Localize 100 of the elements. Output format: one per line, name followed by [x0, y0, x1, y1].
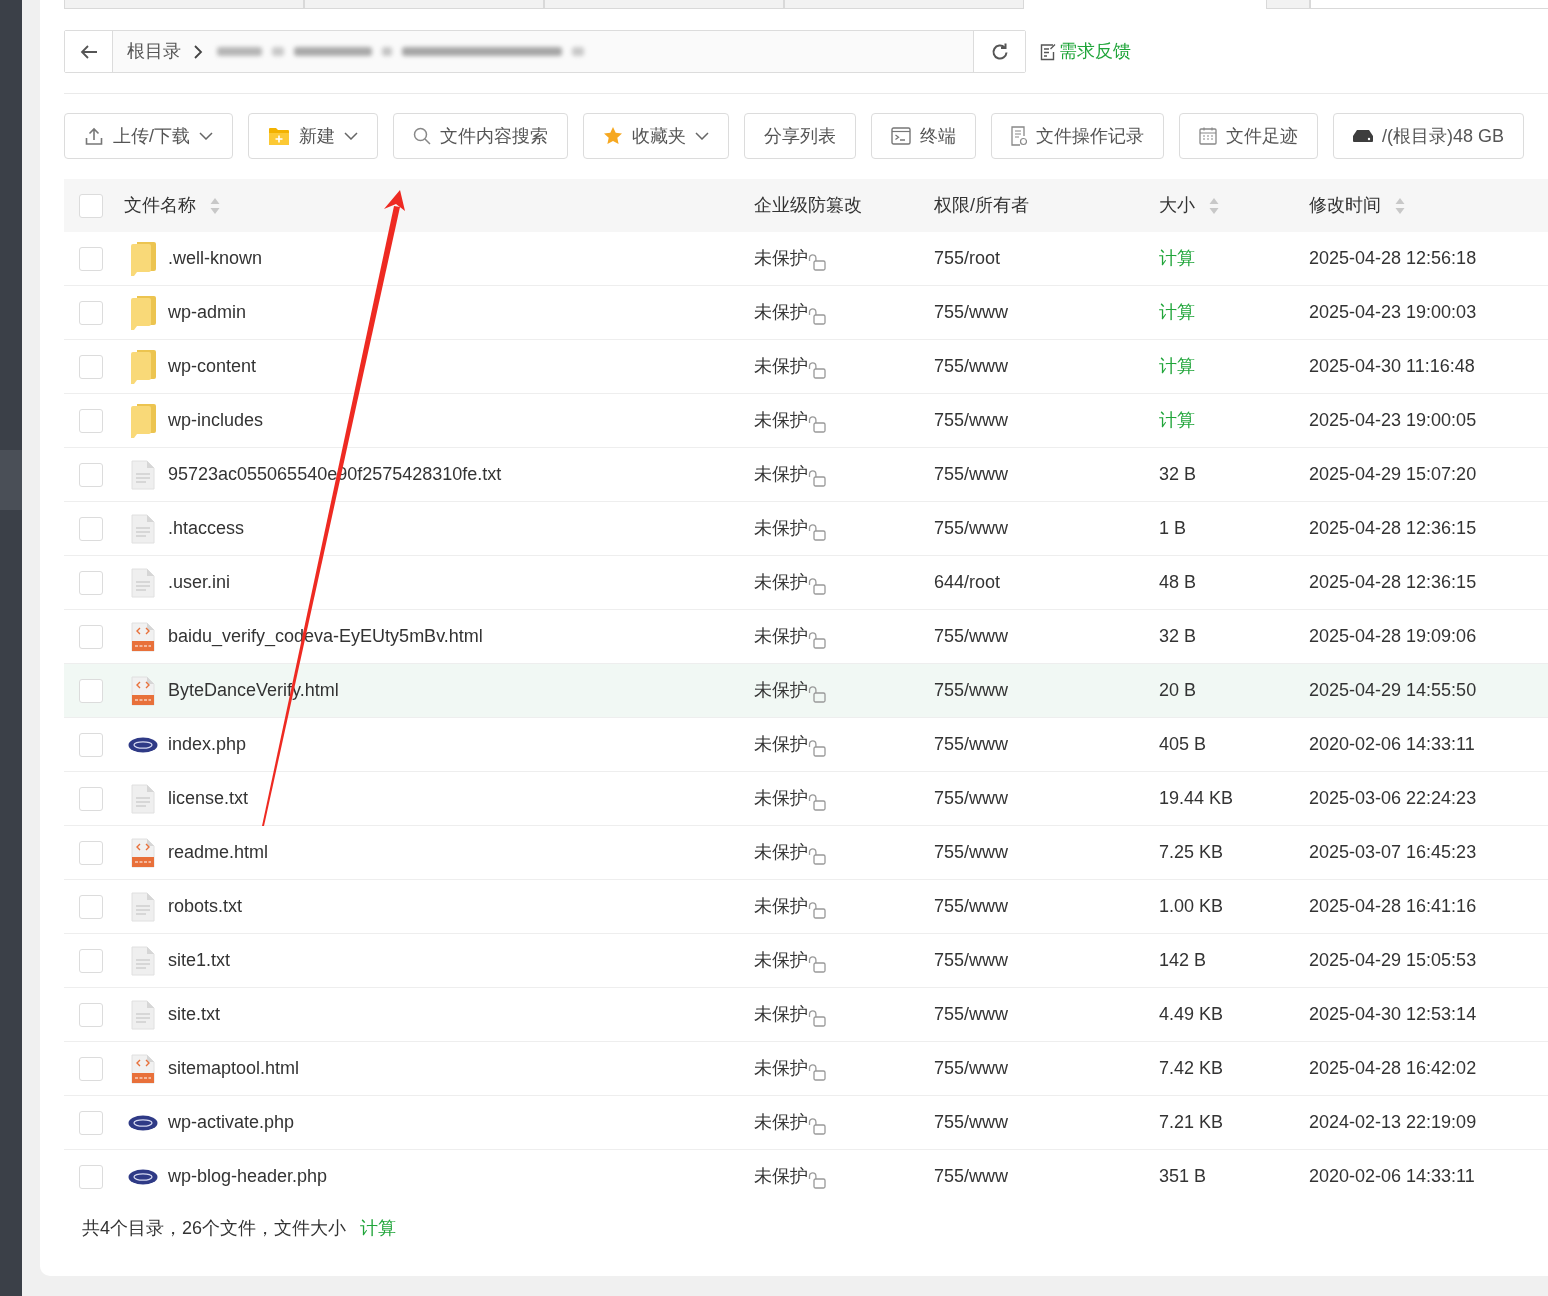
calendar-icon — [1199, 127, 1217, 145]
refresh-button[interactable] — [973, 31, 1025, 72]
row-checkbox[interactable] — [79, 948, 103, 973]
file-name[interactable]: site.txt — [168, 1001, 220, 1028]
row-checkbox[interactable] — [79, 354, 103, 379]
file-row[interactable]: index.php 未保护 755/www 405 B 2020-02-06 14:33:11 — [64, 718, 1548, 772]
row-checkbox[interactable] — [79, 516, 103, 541]
column-header[interactable]: 文件名称 — [124, 192, 196, 219]
protection-status: 未保护 — [754, 517, 808, 540]
disk-button[interactable]: /(根目录)48 GB — [1333, 113, 1525, 159]
row-checkbox[interactable] — [79, 732, 103, 757]
permission-cell-text: 755/www — [934, 679, 1009, 702]
text-file-icon — [131, 567, 155, 598]
size-cell-text: 7.25 KB — [1159, 841, 1224, 864]
size-cell-text: 142 B — [1159, 949, 1207, 972]
row-checkbox[interactable] — [79, 624, 103, 649]
protection-status: 未保护 — [754, 841, 808, 864]
column-header[interactable]: 修改时间 — [1309, 192, 1381, 219]
permission-cell-text: 755/www — [934, 787, 1009, 810]
open-lock-icon — [808, 684, 826, 703]
file-row[interactable]: wp-content 未保护 755/www 计算 2025-04-30 11:16:48 — [64, 340, 1548, 394]
file-name[interactable]: wp-includes — [168, 407, 264, 434]
column-header[interactable]: 大小 — [1159, 192, 1195, 219]
row-checkbox[interactable] — [79, 1110, 103, 1135]
protection-status: 未保护 — [754, 1003, 808, 1026]
file-row[interactable]: site.txt 未保护 755/www 4.49 KB 2025-04-30 12:53:14 — [64, 988, 1548, 1042]
file-row[interactable]: robots.txt 未保护 755/www 1.00 KB 2025-04-28 16:41:16 — [64, 880, 1548, 934]
chevron-right-icon — [193, 43, 203, 60]
back-button[interactable] — [65, 31, 113, 72]
file-row[interactable]: wp-blog-header.php 未保护 755/www 351 B 2020-02-06 14:33:11 — [64, 1150, 1548, 1189]
row-checkbox[interactable] — [79, 1002, 103, 1027]
breadcrumb-link[interactable]: 根目录 — [127, 38, 181, 65]
row-checkbox[interactable] — [79, 1164, 103, 1189]
open-lock-icon — [808, 576, 826, 595]
tab[interactable] — [64, 0, 304, 9]
terminal-button[interactable]: 终端 — [871, 113, 976, 159]
permission-cell-text: 755/www — [934, 463, 1009, 486]
row-checkbox[interactable] — [79, 300, 103, 325]
file-name[interactable]: sitemaptool.html — [168, 1055, 300, 1082]
file-name[interactable]: site1.txt — [168, 947, 231, 974]
permission-cell-text: 755/www — [934, 1111, 1009, 1134]
protection-status: 未保护 — [754, 571, 808, 594]
file-name[interactable]: wp-content — [168, 353, 257, 380]
row-checkbox[interactable] — [79, 246, 103, 271]
content-search-button[interactable]: 文件内容搜索 — [393, 113, 568, 159]
file-row[interactable]: wp-includes 未保护 755/www 计算 2025-04-23 19:00:05 — [64, 394, 1548, 448]
file-name[interactable]: .well-known — [168, 245, 263, 272]
file-name[interactable]: .htaccess — [168, 515, 245, 542]
file-row[interactable]: readme.html 未保护 755/www 7.25 KB 2025-03-07 16:45:23 — [64, 826, 1548, 880]
file-row[interactable]: license.txt 未保护 755/www 19.44 KB 2025-03-06 22:24:23 — [64, 772, 1548, 826]
row-checkbox[interactable] — [79, 462, 103, 487]
file-name[interactable]: wp-activate.php — [168, 1109, 295, 1136]
favorites-button[interactable]: 收藏夹 — [583, 113, 729, 159]
tab[interactable] — [544, 0, 784, 9]
row-checkbox[interactable] — [79, 570, 103, 595]
file-name[interactable]: license.txt — [168, 785, 249, 812]
tab[interactable] — [784, 0, 1024, 9]
share-list-button[interactable]: 分享列表 — [744, 113, 856, 159]
file-name[interactable]: wp-admin — [168, 299, 247, 326]
row-checkbox[interactable] — [79, 894, 103, 919]
file-name[interactable]: index.php — [168, 731, 247, 758]
permission-cell-text: 755/www — [934, 949, 1009, 972]
row-checkbox[interactable] — [79, 786, 103, 811]
protection-status: 未保护 — [754, 355, 808, 378]
select-all-checkbox[interactable] — [79, 193, 103, 218]
file-row[interactable]: .htaccess 未保护 755/www 1 B 2025-04-28 12:36:15 — [64, 502, 1548, 556]
tab[interactable] — [304, 0, 544, 9]
row-checkbox[interactable] — [79, 1056, 103, 1081]
open-lock-icon — [808, 846, 826, 865]
new-button[interactable]: 新建 — [248, 113, 378, 159]
php-file-icon — [128, 736, 158, 753]
permission-cell-text: 755/www — [934, 841, 1009, 864]
chevron-down-icon — [695, 132, 709, 140]
file-name[interactable]: robots.txt — [168, 893, 243, 920]
tab[interactable] — [1310, 0, 1548, 9]
file-row[interactable]: wp-activate.php 未保护 755/www 7.21 KB 2024-02-13 22:19:09 — [64, 1096, 1548, 1150]
row-checkbox[interactable] — [79, 840, 103, 865]
folder-icon — [130, 295, 156, 330]
sort-icon — [1209, 196, 1219, 215]
row-checkbox[interactable] — [79, 678, 103, 703]
file-name[interactable]: .user.ini — [168, 569, 231, 596]
modified-time-cell-text: 2025-04-30 12:53:14 — [1309, 1003, 1477, 1026]
file-name[interactable]: readme.html — [168, 839, 269, 866]
tab[interactable] — [1266, 0, 1310, 9]
html-file-icon — [131, 621, 155, 652]
modified-time-cell-text: 2025-03-06 22:24:23 — [1309, 787, 1477, 810]
upload-download-button[interactable]: 上传/下载 — [64, 113, 233, 159]
upload-icon — [84, 126, 104, 146]
operation-log-button[interactable]: 文件操作记录 — [991, 113, 1164, 159]
file-row[interactable]: .well-known 未保护 755/root 计算 2025-04-28 12:56:18 — [64, 232, 1548, 286]
size-cell-text: 1.00 KB — [1159, 895, 1224, 918]
file-row[interactable]: .user.ini 未保护 644/root 48 B 2025-04-28 12:36:15 — [64, 556, 1548, 610]
file-name[interactable]: wp-blog-header.php — [168, 1163, 328, 1189]
file-row[interactable]: sitemaptool.html 未保护 755/www 7.42 KB 2025-04-28 16:42:02 — [64, 1042, 1548, 1096]
row-checkbox[interactable] — [79, 408, 103, 433]
file-footprint-button[interactable]: 文件足迹 — [1179, 113, 1318, 159]
file-row[interactable]: wp-admin 未保护 755/www 计算 2025-04-23 19:00:03 — [64, 286, 1548, 340]
text-file-icon — [131, 891, 155, 922]
file-row[interactable]: site1.txt 未保护 755/www 142 B 2025-04-29 15:05:53 — [64, 934, 1548, 988]
protection-status: 未保护 — [754, 625, 808, 648]
